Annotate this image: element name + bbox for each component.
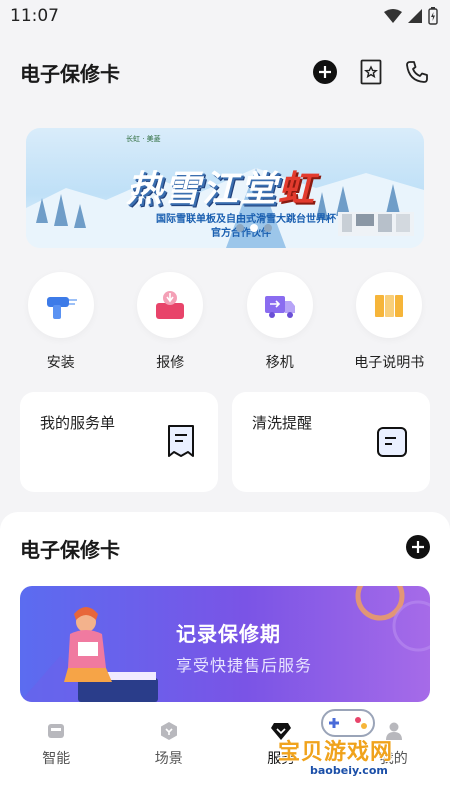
record-warranty-banner[interactable]: 记录保修期 享受快捷售后服务 bbox=[20, 586, 430, 702]
header-actions bbox=[312, 59, 430, 85]
banner-dot-active[interactable] bbox=[250, 224, 258, 232]
banner-title-part1: 热雪 bbox=[126, 169, 203, 210]
repair-icon bbox=[137, 272, 204, 338]
cleaning-reminder-card[interactable]: 清洗提醒 bbox=[232, 392, 430, 492]
plus-circle-icon bbox=[406, 534, 430, 559]
nav-label-smart: 智能 bbox=[42, 751, 71, 767]
banner-pagination[interactable] bbox=[236, 224, 272, 232]
panel-add-button[interactable] bbox=[406, 534, 430, 563]
page-title: 电子保修卡 bbox=[20, 61, 120, 86]
scene-icon bbox=[158, 720, 180, 742]
nav-item-smart[interactable]: 智能 bbox=[11, 720, 101, 800]
banner-title: 热雪江堂虹 bbox=[126, 160, 316, 212]
reminder-icon bbox=[376, 426, 408, 462]
receipt-icon bbox=[166, 424, 196, 462]
nav-item-scene[interactable]: 场景 bbox=[124, 720, 214, 800]
app-header: 电子保修卡 bbox=[0, 48, 450, 96]
phone-icon bbox=[406, 61, 428, 83]
quick-label-move: 移机 bbox=[265, 355, 294, 371]
site-watermark: 宝贝游戏网 baobeiy.com bbox=[270, 700, 430, 790]
banner-title-part2: 江堂 bbox=[202, 169, 279, 210]
warranty-panel: 电子保修卡 记录保修期 享受快捷售后服务 bbox=[0, 512, 450, 712]
promo-title: 记录保修期 bbox=[176, 622, 281, 646]
status-time: 11:07 bbox=[10, 6, 59, 26]
banner-subtitle: 国际雪联单板及自由式滑雪大跳台世界杯 bbox=[156, 214, 336, 225]
banner-title-part3: 虹 bbox=[278, 169, 317, 210]
warranty-card-button[interactable] bbox=[358, 59, 384, 85]
move-icon bbox=[246, 272, 313, 338]
watermark-url: baobeiy.com bbox=[310, 764, 388, 777]
manual-icon bbox=[356, 272, 423, 338]
quick-item-install[interactable]: 安装 bbox=[11, 272, 111, 372]
smart-icon bbox=[45, 720, 67, 742]
panel-header: 电子保修卡 bbox=[20, 534, 430, 563]
quick-item-repair[interactable]: 报修 bbox=[120, 272, 220, 372]
quick-item-move[interactable]: 移机 bbox=[230, 272, 330, 372]
battery-icon bbox=[428, 7, 438, 25]
status-bar: 11:07 bbox=[0, 0, 450, 32]
signal-icon bbox=[408, 9, 422, 23]
watermark-text: 宝贝游戏网 bbox=[278, 740, 394, 765]
phone-button[interactable] bbox=[404, 59, 430, 85]
quick-label-manual: 电子说明书 bbox=[354, 355, 425, 371]
add-button[interactable] bbox=[312, 59, 338, 85]
quick-services: 安装 报修 移机 电子说明书 bbox=[0, 272, 450, 372]
quick-label-install: 安装 bbox=[46, 355, 75, 371]
quick-label-repair: 报修 bbox=[156, 355, 185, 371]
install-icon bbox=[27, 272, 94, 338]
banner-dot[interactable] bbox=[264, 224, 272, 232]
banner-brand: 长虹 · 美菱 bbox=[126, 135, 161, 143]
nav-label-scene: 场景 bbox=[154, 751, 183, 767]
promo-banner[interactable]: 长虹 · 美菱 热雪江堂虹 国际雪联单板及自由式滑雪大跳台世界杯 官方合作伙伴 bbox=[26, 128, 424, 248]
quick-item-manual[interactable]: 电子说明书 bbox=[339, 272, 439, 372]
my-orders-card[interactable]: 我的服务单 bbox=[20, 392, 218, 492]
panel-title: 电子保修卡 bbox=[20, 538, 120, 562]
promo-subtitle: 享受快捷售后服务 bbox=[176, 656, 313, 675]
card-star-icon bbox=[360, 59, 382, 85]
banner-dot[interactable] bbox=[236, 224, 244, 232]
wifi-icon bbox=[384, 9, 402, 23]
plus-circle-icon bbox=[313, 60, 337, 84]
status-icons bbox=[384, 7, 438, 25]
